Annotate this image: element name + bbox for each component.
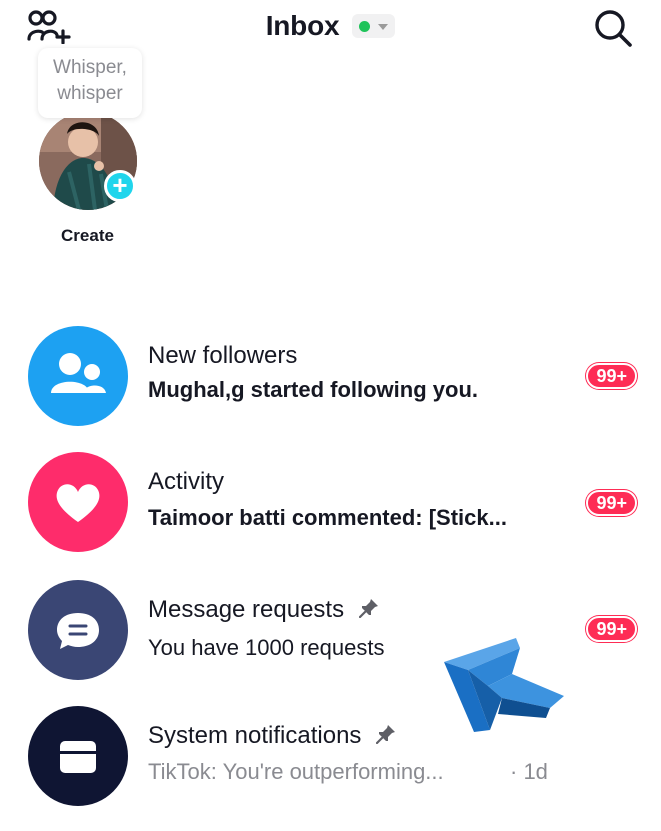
heart-icon xyxy=(28,452,128,552)
row-title-wrap: Message requests xyxy=(148,596,379,625)
inbox-tray-icon xyxy=(28,706,128,806)
list-item-activity[interactable]: Activity Taimoor batti commented: [Stick… xyxy=(0,428,661,552)
row-title-wrap: System notifications xyxy=(148,722,396,751)
row-title: Activity xyxy=(148,468,225,495)
unread-count-badge: 99+ xyxy=(586,616,637,642)
bubble-text-line2: whisper xyxy=(57,83,123,104)
pointer-arrow-icon xyxy=(438,634,568,734)
create-story[interactable]: + Whisper, whisper Create xyxy=(30,48,150,248)
pin-icon xyxy=(358,597,379,625)
followers-icon xyxy=(28,326,128,426)
message-icon xyxy=(28,580,128,680)
bubble-text-line1: Whisper, xyxy=(53,57,127,78)
online-status-toggle[interactable] xyxy=(351,14,396,38)
chevron-down-icon xyxy=(378,23,389,30)
pin-icon xyxy=(375,723,396,751)
header: Inbox xyxy=(0,10,661,42)
unread-count-badge: 99+ xyxy=(586,363,637,389)
list-item-new-followers[interactable]: New followers Mughal,g started following… xyxy=(0,300,661,426)
search-icon[interactable] xyxy=(593,8,633,48)
unread-count-badge: 99+ xyxy=(586,490,637,516)
row-title: New followers xyxy=(148,342,298,369)
add-story-plus-icon[interactable]: + xyxy=(104,170,136,202)
row-subtitle: TikTok: You're outperforming... xyxy=(148,759,444,784)
status-bubble[interactable]: Whisper, whisper xyxy=(38,48,142,118)
row-subtitle: You have 1000 requests xyxy=(148,635,385,660)
timestamp: · 1d xyxy=(510,759,548,784)
online-status-dot xyxy=(358,21,370,33)
create-label: Create xyxy=(61,226,114,245)
row-subtitle: Taimoor batti commented: [Stick... xyxy=(148,505,507,530)
row-title: Message requests xyxy=(148,596,345,623)
row-subtitle: Mughal,g started following you. xyxy=(148,377,478,402)
page-title: Inbox xyxy=(265,10,340,41)
row-title: System notifications xyxy=(148,722,362,749)
